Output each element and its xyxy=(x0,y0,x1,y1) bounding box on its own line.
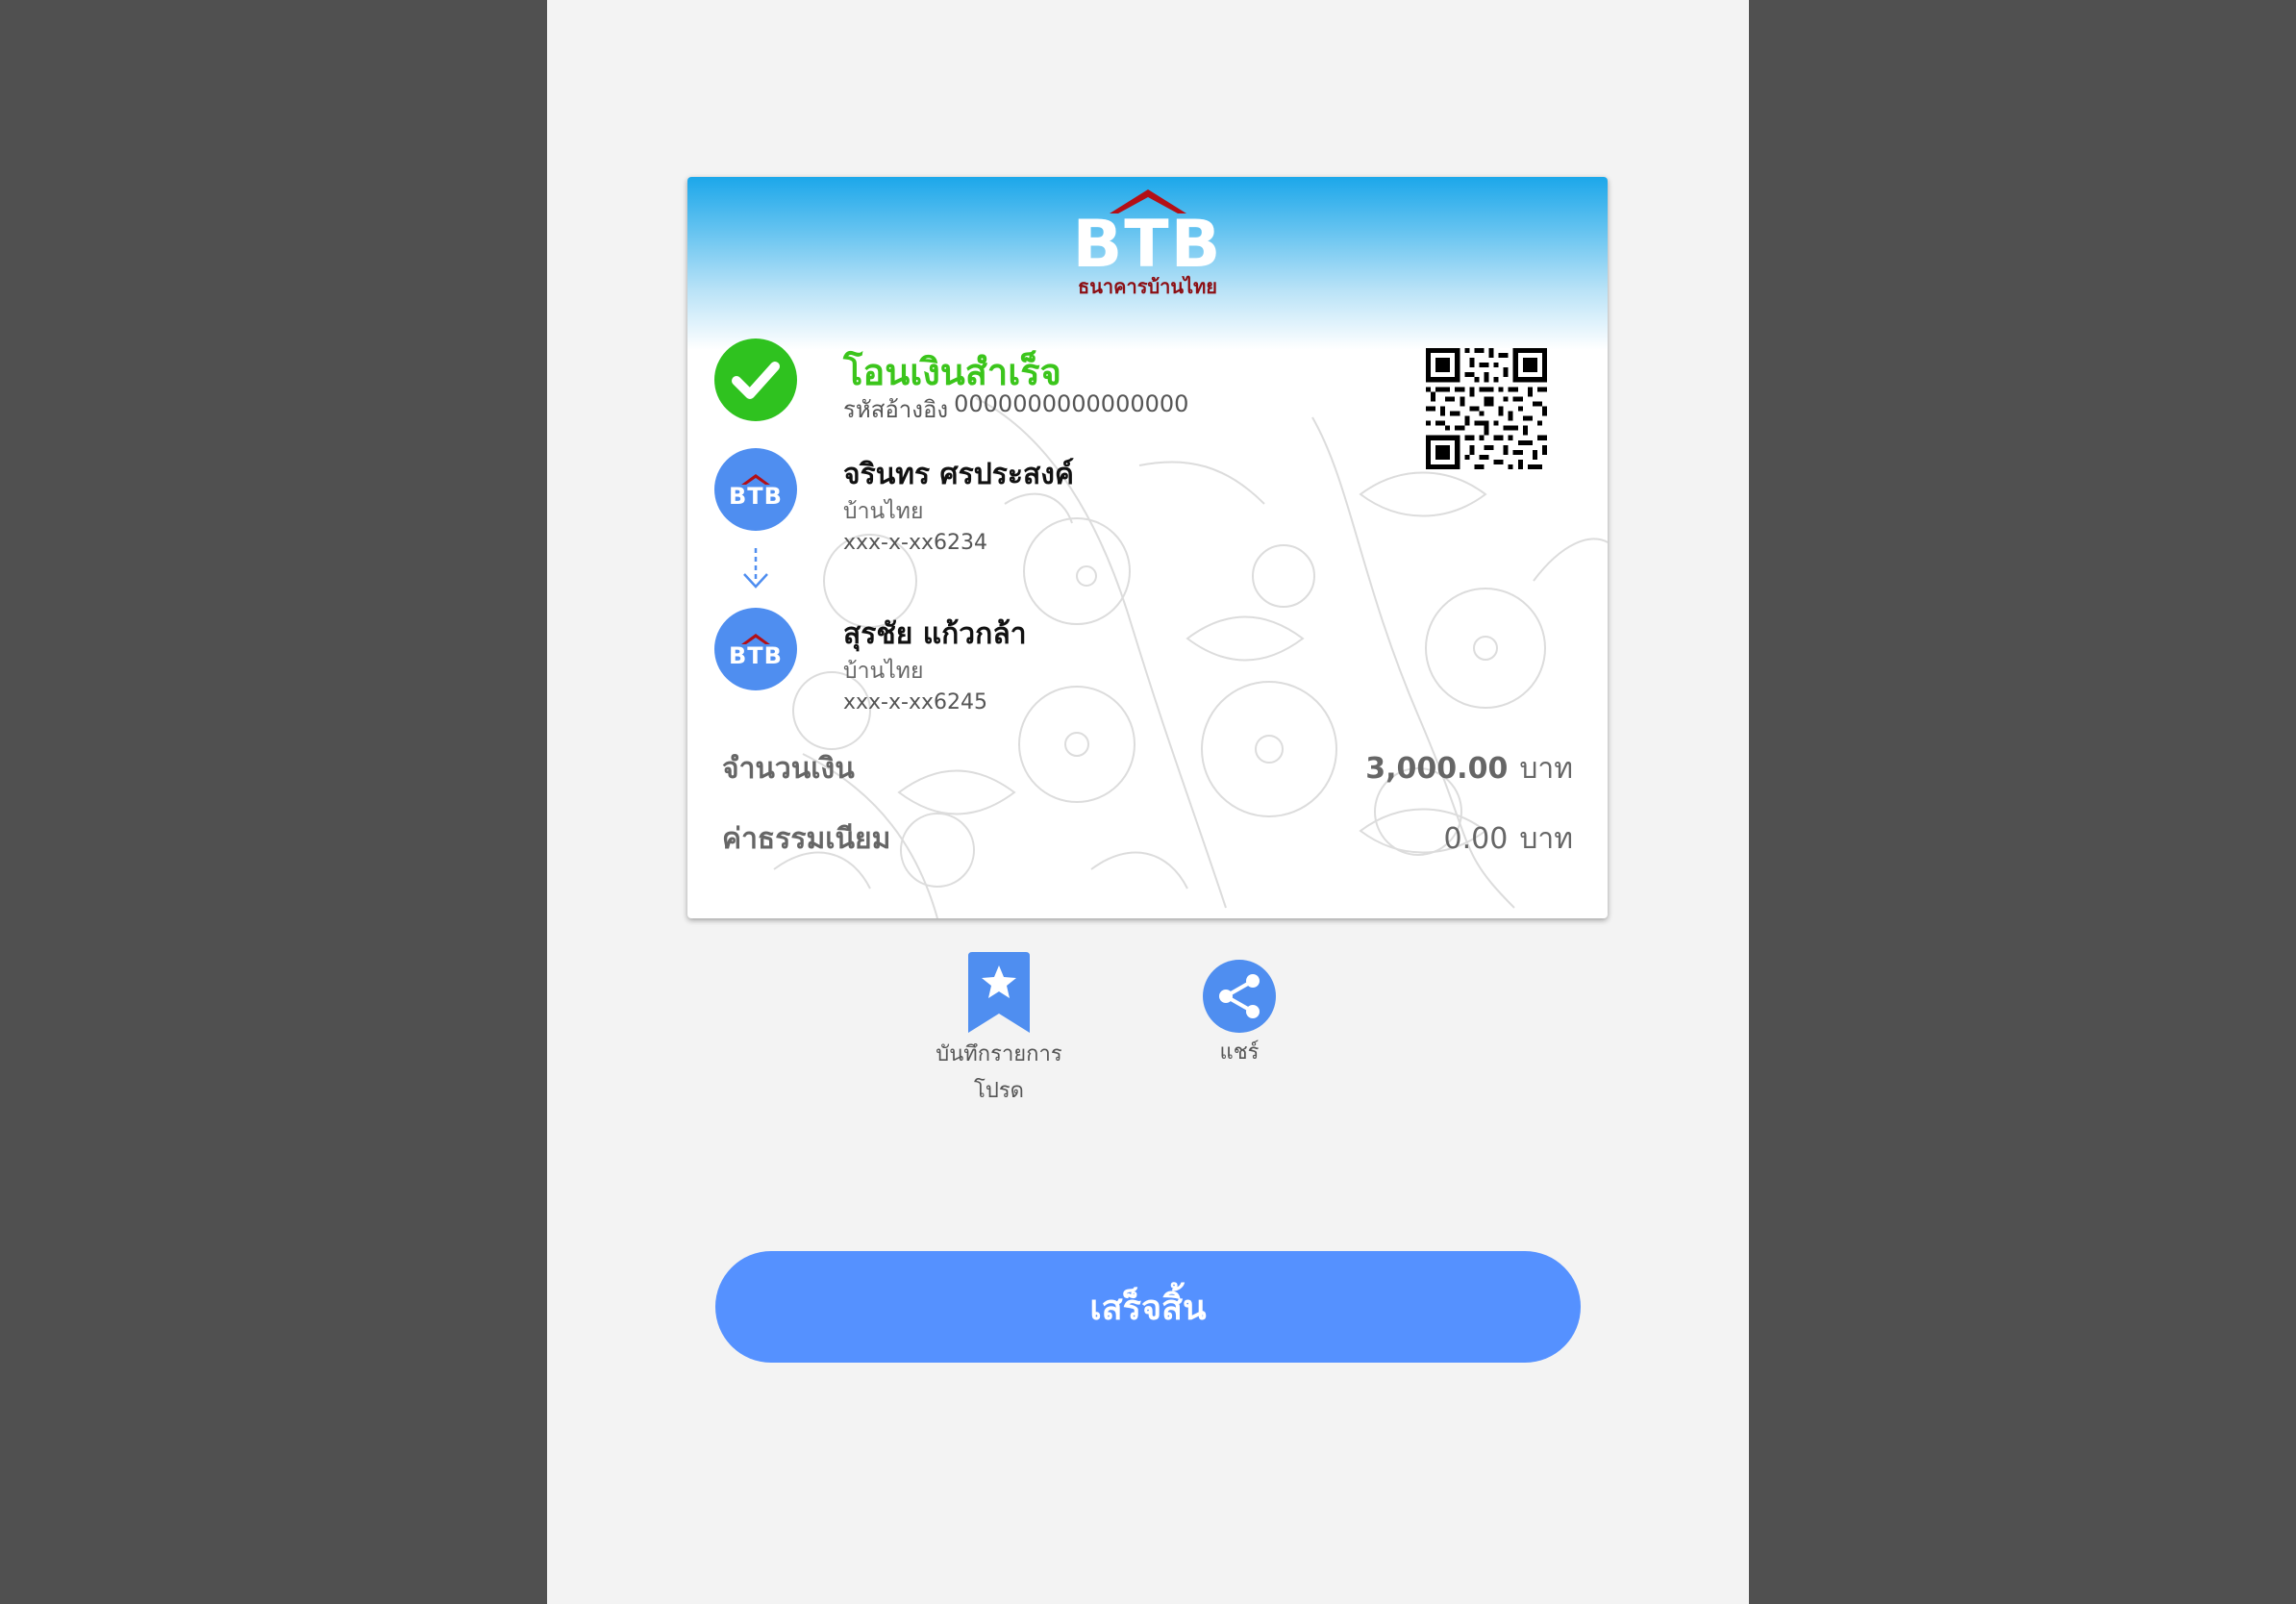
favorite-action[interactable]: บันทึกรายการ โปรด xyxy=(922,952,1076,1110)
amount-unit: บาท xyxy=(1519,752,1573,786)
fee-value: 0.00 xyxy=(1443,822,1509,856)
fee-value-row: 0.00 บาท xyxy=(1444,816,1573,862)
check-circle-icon xyxy=(714,338,797,421)
sender-bank: บ้านไทย xyxy=(843,499,924,524)
amount-value-row: 3,000.00 บาท xyxy=(1365,746,1573,791)
app-screen: BTB ธนาคารบ้านไทย โอนเงินสำเร็จ รหัสอ้าง… xyxy=(547,0,1749,1604)
amount-value: 3,000.00 xyxy=(1365,752,1509,786)
reference-value: 0000000000000000 xyxy=(954,390,1189,417)
reference-line: รหัสอ้างอิง 0000000000000000 xyxy=(843,390,1188,428)
bookmark-star-icon[interactable] xyxy=(966,952,1032,1035)
amount-label: จำนวนเงิน xyxy=(722,752,855,786)
sender-icon-text: BTB xyxy=(729,483,783,510)
share-label[interactable]: แชร์ xyxy=(1220,1035,1260,1071)
receiver-icon-text: BTB xyxy=(729,642,783,669)
qr-code[interactable] xyxy=(1426,348,1547,469)
favorite-label-line2[interactable]: โปรด xyxy=(974,1073,1024,1110)
share-action[interactable]: แชร์ xyxy=(1182,960,1297,1071)
logo-subtitle: ธนาคารบ้านไทย xyxy=(1077,275,1218,298)
reference-label: รหัสอ้างอิง xyxy=(843,396,949,423)
sender-bank-icon: BTB xyxy=(714,448,797,531)
fee-label: ค่าธรรมเนียม xyxy=(722,822,891,856)
fee-unit: บาท xyxy=(1519,822,1573,856)
done-button[interactable]: เสร็จสิ้น xyxy=(715,1251,1581,1363)
receiver-bank-icon: BTB xyxy=(714,608,797,690)
logo-text: BTB xyxy=(1072,207,1223,283)
receiver-name: สุรชัย แก้วกล้า xyxy=(843,617,1027,651)
sender-name: จรินทร ศรประสงค์ xyxy=(843,458,1074,491)
share-icon[interactable] xyxy=(1203,960,1276,1033)
checkmark-icon xyxy=(732,362,780,399)
transfer-slip: BTB ธนาคารบ้านไทย โอนเงินสำเร็จ รหัสอ้าง… xyxy=(687,177,1608,918)
arrow-down-icon xyxy=(743,548,768,589)
receiver-bank: บ้านไทย xyxy=(843,659,924,684)
receiver-account: xxx-x-xx6245 xyxy=(843,690,987,714)
favorite-label-line1[interactable]: บันทึกรายการ xyxy=(936,1037,1061,1073)
sender-account: xxx-x-xx6234 xyxy=(843,531,987,555)
btb-logo: BTB ธนาคารบ้านไทย xyxy=(687,185,1608,298)
